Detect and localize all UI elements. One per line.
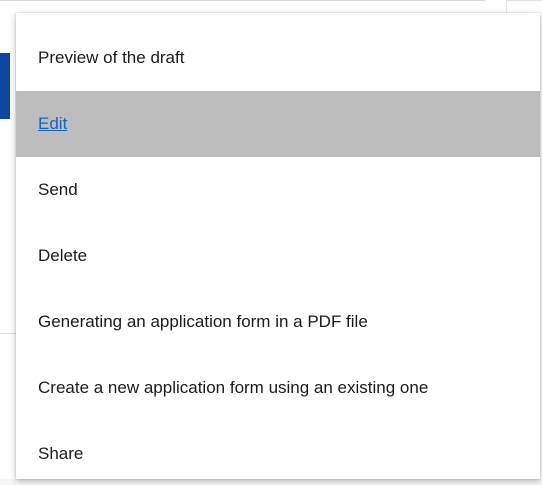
menu-item-share[interactable]: Share (16, 421, 540, 487)
menu-item-label: Send (38, 180, 78, 199)
background-top-border (0, 0, 485, 1)
menu-item-label: Delete (38, 246, 88, 265)
menu-item-label: Generating an application form in a PDF … (38, 312, 368, 331)
background-divider (0, 333, 16, 334)
menu-item-preview-draft[interactable]: Preview of the draft (16, 25, 540, 91)
menu-item-delete[interactable]: Delete (16, 223, 540, 289)
background-divider (506, 0, 507, 14)
menu-item-edit[interactable]: Edit (16, 91, 540, 157)
background-top-border (506, 0, 542, 1)
menu-item-label: Create a new application form using an e… (38, 378, 429, 397)
menu-item-send[interactable]: Send (16, 157, 540, 223)
actions-dropdown-menu: Preview of the draft Edit Send Delete Ge… (16, 13, 540, 479)
menu-item-label: Share (38, 444, 84, 463)
menu-item-label[interactable]: Edit (38, 114, 67, 134)
menu-item-create-from-existing[interactable]: Create a new application form using an e… (16, 355, 540, 421)
menu-item-generate-pdf[interactable]: Generating an application form in a PDF … (16, 289, 540, 355)
menu-item-label: Preview of the draft (38, 48, 185, 67)
background-accent-bar (0, 53, 10, 119)
